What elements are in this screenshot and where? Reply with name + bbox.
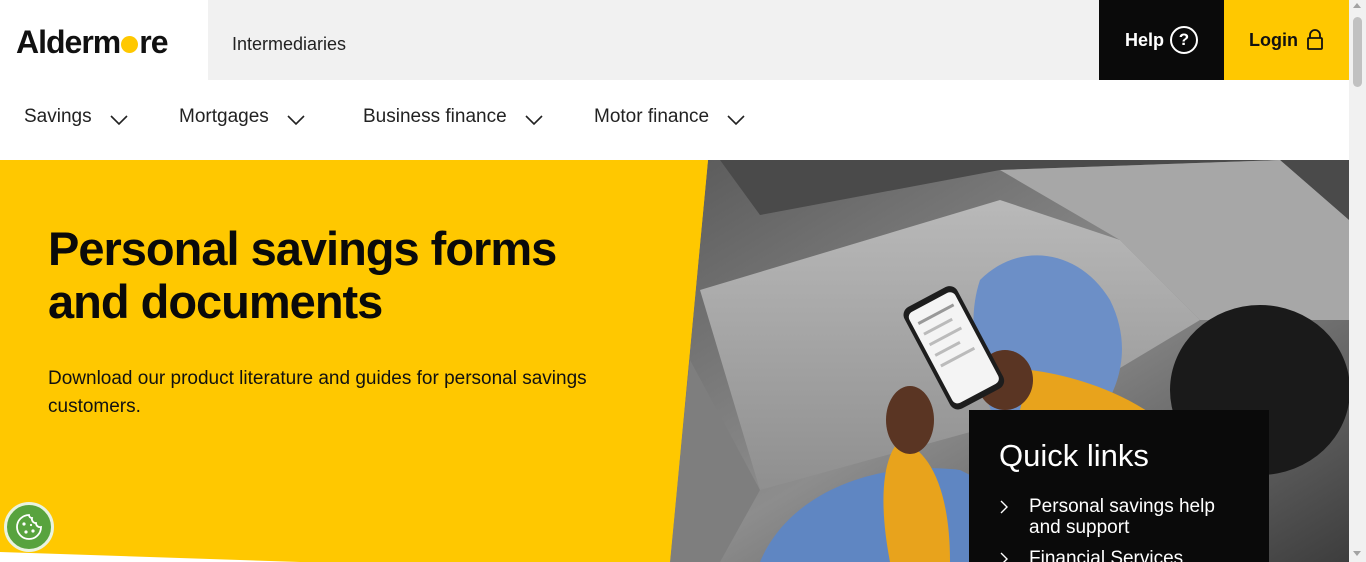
chevron-down-icon: [110, 115, 128, 126]
nav-item-label: Mortgages: [179, 106, 269, 127]
nav-item-label: Motor finance: [594, 106, 710, 127]
scroll-up-arrow-icon[interactable]: [1353, 3, 1361, 8]
intermediaries-link[interactable]: Intermediaries: [232, 34, 346, 55]
question-circle-icon: ?: [1170, 26, 1198, 54]
logo-dot: [121, 36, 139, 53]
help-label: Help: [1124, 29, 1164, 50]
page-title: Personal savings forms and documents: [48, 222, 557, 328]
hero-section: Personal savings forms and documents Dow…: [0, 160, 1349, 562]
scrollbar-thumb[interactable]: [1353, 17, 1362, 87]
cookie-icon: [16, 514, 42, 540]
chevron-down-icon: [525, 115, 543, 126]
cookie-settings-button[interactable]: [4, 502, 54, 552]
quick-link-label: Personal savings help and support: [1029, 496, 1215, 538]
padlock-icon: [1307, 29, 1323, 50]
nav-item-savings[interactable]: Savings: [24, 106, 128, 128]
scroll-down-arrow-icon[interactable]: [1353, 551, 1361, 556]
chevron-down-icon: [727, 115, 745, 126]
chevron-right-icon: [1000, 500, 1008, 514]
nav-item-motor-finance[interactable]: Motor finance: [594, 106, 745, 128]
help-button[interactable]: Help ?: [1099, 0, 1224, 80]
aldermore-logo: Alderm re: [16, 24, 169, 60]
chevron-down-icon: [287, 115, 305, 126]
login-label: Login: [1249, 29, 1298, 50]
nav-item-label: Savings: [24, 106, 92, 127]
top-bar: Alderm re Intermediaries Help ? Login: [0, 0, 1349, 80]
vertical-scrollbar[interactable]: [1349, 0, 1366, 562]
logo-link[interactable]: Alderm re: [0, 0, 208, 80]
page-subtitle: Download our product literature and guid…: [48, 368, 587, 417]
quick-link-personal-savings-help[interactable]: Personal savings help and support: [999, 496, 1239, 538]
quick-link-financial-services[interactable]: Financial Services: [999, 548, 1239, 562]
login-button[interactable]: Login: [1224, 0, 1349, 80]
nav-item-business-finance[interactable]: Business finance: [363, 106, 543, 128]
nav-item-label: Business finance: [363, 106, 507, 127]
nav-item-mortgages[interactable]: Mortgages: [179, 106, 305, 128]
main-nav: Savings Mortgages Business finance Motor…: [0, 80, 1349, 160]
chevron-right-icon: [1000, 552, 1008, 562]
quick-links-title: Quick links: [999, 438, 1149, 473]
quick-links-panel: Quick links Personal savings help and su…: [969, 410, 1269, 562]
quick-link-label: Financial Services: [1029, 548, 1184, 562]
